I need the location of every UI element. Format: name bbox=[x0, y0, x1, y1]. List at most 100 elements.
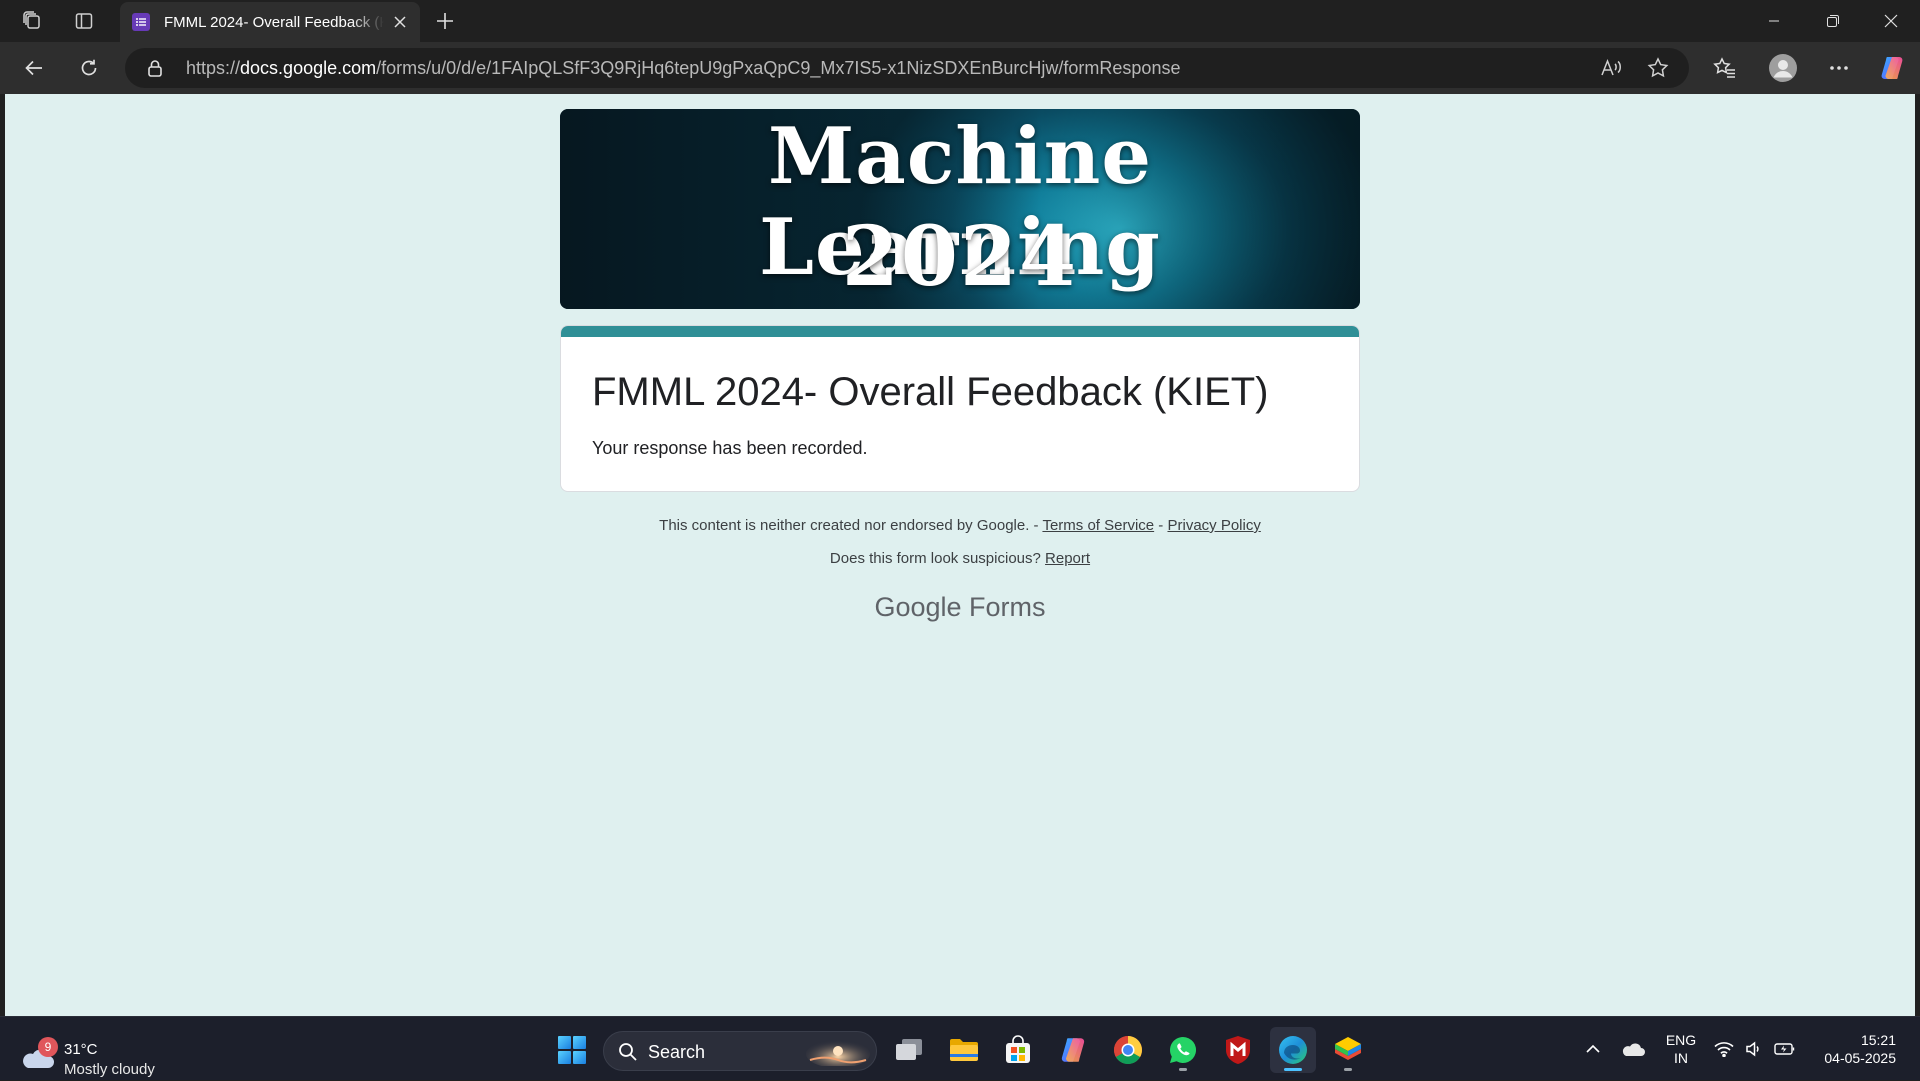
suspicious-text: Does this form look suspicious? bbox=[829, 550, 1041, 567]
wifi-icon bbox=[1714, 1042, 1734, 1057]
chrome-icon bbox=[1114, 1036, 1142, 1065]
task-view-button[interactable] bbox=[886, 1027, 932, 1073]
weather-alert-badge: 9 bbox=[38, 1037, 58, 1057]
google-forms-logo[interactable]: Google Forms bbox=[560, 592, 1360, 623]
whatsapp-button[interactable] bbox=[1160, 1027, 1206, 1073]
privacy-policy-link[interactable]: Privacy Policy bbox=[1167, 517, 1260, 534]
temperature: 31°C bbox=[64, 1041, 98, 1058]
tab-actions-icon bbox=[75, 13, 93, 29]
plus-icon bbox=[437, 13, 453, 29]
windows-start-icon bbox=[558, 1036, 586, 1064]
battery-tray-button[interactable] bbox=[1772, 1017, 1798, 1081]
restore-button[interactable] bbox=[1804, 0, 1862, 42]
chevron-up-icon bbox=[1586, 1044, 1600, 1053]
add-favorite-button[interactable] bbox=[1643, 54, 1673, 82]
url-text[interactable]: https://docs.google.com/forms/u/0/d/e/1F… bbox=[186, 58, 1180, 79]
star-icon bbox=[1647, 57, 1669, 78]
favorites-button[interactable] bbox=[1705, 50, 1745, 86]
close-window-button[interactable] bbox=[1862, 0, 1920, 42]
copilot-icon bbox=[1881, 57, 1903, 79]
mcafee-shield-icon bbox=[1226, 1036, 1250, 1064]
forms-wordmark: Forms bbox=[969, 592, 1046, 622]
footer-disclaimer: This content is neither created nor endo… bbox=[560, 517, 1360, 534]
clock-time: 15:21 bbox=[1860, 1032, 1896, 1048]
favorites-icon bbox=[1713, 57, 1735, 78]
google-forms-favicon-icon bbox=[132, 13, 150, 31]
close-icon bbox=[1884, 14, 1898, 28]
copilot-button[interactable] bbox=[1872, 50, 1912, 86]
wifi-tray-button[interactable] bbox=[1712, 1017, 1736, 1081]
chrome-button[interactable] bbox=[1105, 1027, 1151, 1073]
whatsapp-icon bbox=[1170, 1037, 1197, 1063]
onedrive-cloud-icon bbox=[1622, 1043, 1645, 1056]
bluestacks-button[interactable] bbox=[1325, 1027, 1371, 1073]
active-indicator bbox=[1284, 1068, 1302, 1071]
navigation-bar: https://docs.google.com/forms/u/0/d/e/1F… bbox=[0, 42, 1920, 94]
weather-condition: Mostly cloudy bbox=[64, 1061, 155, 1078]
mcafee-button[interactable] bbox=[1215, 1027, 1261, 1073]
tab-google-form[interactable]: FMML 2024- Overall Feedback (KIET) bbox=[120, 2, 420, 42]
clock-date: 04-05-2025 bbox=[1824, 1050, 1896, 1066]
url-path: /forms/u/0/d/e/1FAIpQLSfF3Q9RjHq6tepU9gP… bbox=[376, 58, 1181, 78]
response-card: FMML 2024- Overall Feedback (KIET) Your … bbox=[560, 325, 1360, 492]
response-recorded-message: Your response has been recorded. bbox=[592, 438, 868, 458]
report-link[interactable]: Report bbox=[1045, 550, 1090, 567]
workspaces-button[interactable] bbox=[12, 6, 52, 36]
form-header-banner: Machine Learning 2024 bbox=[560, 109, 1360, 309]
back-button[interactable] bbox=[14, 50, 54, 86]
disclaimer-text: This content is neither created nor endo… bbox=[659, 517, 1030, 534]
more-horizontal-icon bbox=[1830, 66, 1848, 70]
profile-button[interactable] bbox=[1763, 50, 1803, 86]
read-aloud-icon bbox=[1601, 58, 1621, 76]
volume-tray-button[interactable] bbox=[1742, 1017, 1766, 1081]
minimize-button[interactable] bbox=[1745, 0, 1803, 42]
language-indicator[interactable]: ENG IN bbox=[1660, 1017, 1702, 1081]
form-title: FMML 2024- Overall Feedback (KIET) bbox=[592, 370, 1269, 414]
battery-charging-icon bbox=[1774, 1043, 1795, 1055]
region-code: IN bbox=[1674, 1050, 1688, 1066]
vertical-tabs-button[interactable] bbox=[64, 6, 104, 36]
taskbar-search[interactable]: Search bbox=[603, 1031, 877, 1071]
separator: - bbox=[1154, 517, 1168, 534]
search-icon bbox=[619, 1043, 637, 1061]
store-icon bbox=[1006, 1035, 1030, 1063]
edge-icon bbox=[1279, 1036, 1307, 1064]
minimize-icon bbox=[1769, 20, 1779, 22]
speaker-icon bbox=[1746, 1041, 1759, 1057]
terms-of-service-link[interactable]: Terms of Service bbox=[1042, 517, 1154, 534]
google-wordmark: Google bbox=[874, 592, 962, 622]
copilot-app-button[interactable] bbox=[1050, 1027, 1096, 1073]
refresh-button[interactable] bbox=[69, 50, 109, 86]
microsoft-store-button[interactable] bbox=[995, 1027, 1041, 1073]
copilot-icon bbox=[1061, 1038, 1085, 1062]
page-viewport: Machine Learning 2024 FMML 2024- Overall… bbox=[5, 94, 1915, 1016]
bluestacks-icon bbox=[1335, 1037, 1361, 1060]
new-tab-button[interactable] bbox=[425, 6, 465, 36]
start-button[interactable] bbox=[549, 1027, 595, 1073]
show-hidden-icons-button[interactable] bbox=[1580, 1017, 1606, 1081]
separator: - bbox=[1029, 517, 1043, 534]
search-label: Search bbox=[648, 1042, 706, 1062]
tab-close-button[interactable] bbox=[388, 10, 412, 34]
running-indicator bbox=[1179, 1068, 1187, 1071]
windows-taskbar: 9 31°C Mostly cloudy Search ENG IN 15:21… bbox=[0, 1016, 1920, 1080]
edge-button[interactable] bbox=[1270, 1027, 1316, 1073]
file-explorer-button[interactable] bbox=[941, 1027, 987, 1073]
read-aloud-button[interactable] bbox=[1596, 54, 1626, 82]
workspaces-icon bbox=[23, 11, 40, 29]
tab-title: FMML 2024- Overall Feedback (KIET) bbox=[164, 13, 384, 31]
lock-icon[interactable] bbox=[147, 59, 163, 77]
profile-avatar-icon bbox=[1769, 54, 1797, 82]
close-icon bbox=[394, 16, 406, 28]
clock[interactable]: 15:21 04-05-2025 bbox=[1808, 1017, 1896, 1081]
restore-icon bbox=[1827, 15, 1839, 27]
back-arrow-icon bbox=[25, 60, 42, 76]
language-code: ENG bbox=[1665, 1032, 1697, 1048]
url-host: docs.google.com bbox=[240, 58, 377, 78]
address-bar[interactable]: https://docs.google.com/forms/u/0/d/e/1F… bbox=[125, 48, 1689, 88]
settings-more-button[interactable] bbox=[1819, 50, 1859, 86]
card-accent-bar bbox=[561, 326, 1359, 337]
banner-title-line2: 2024 bbox=[841, 209, 1079, 305]
onedrive-tray-button[interactable] bbox=[1618, 1017, 1648, 1081]
weather-widget[interactable]: 9 31°C Mostly cloudy bbox=[20, 1027, 170, 1078]
